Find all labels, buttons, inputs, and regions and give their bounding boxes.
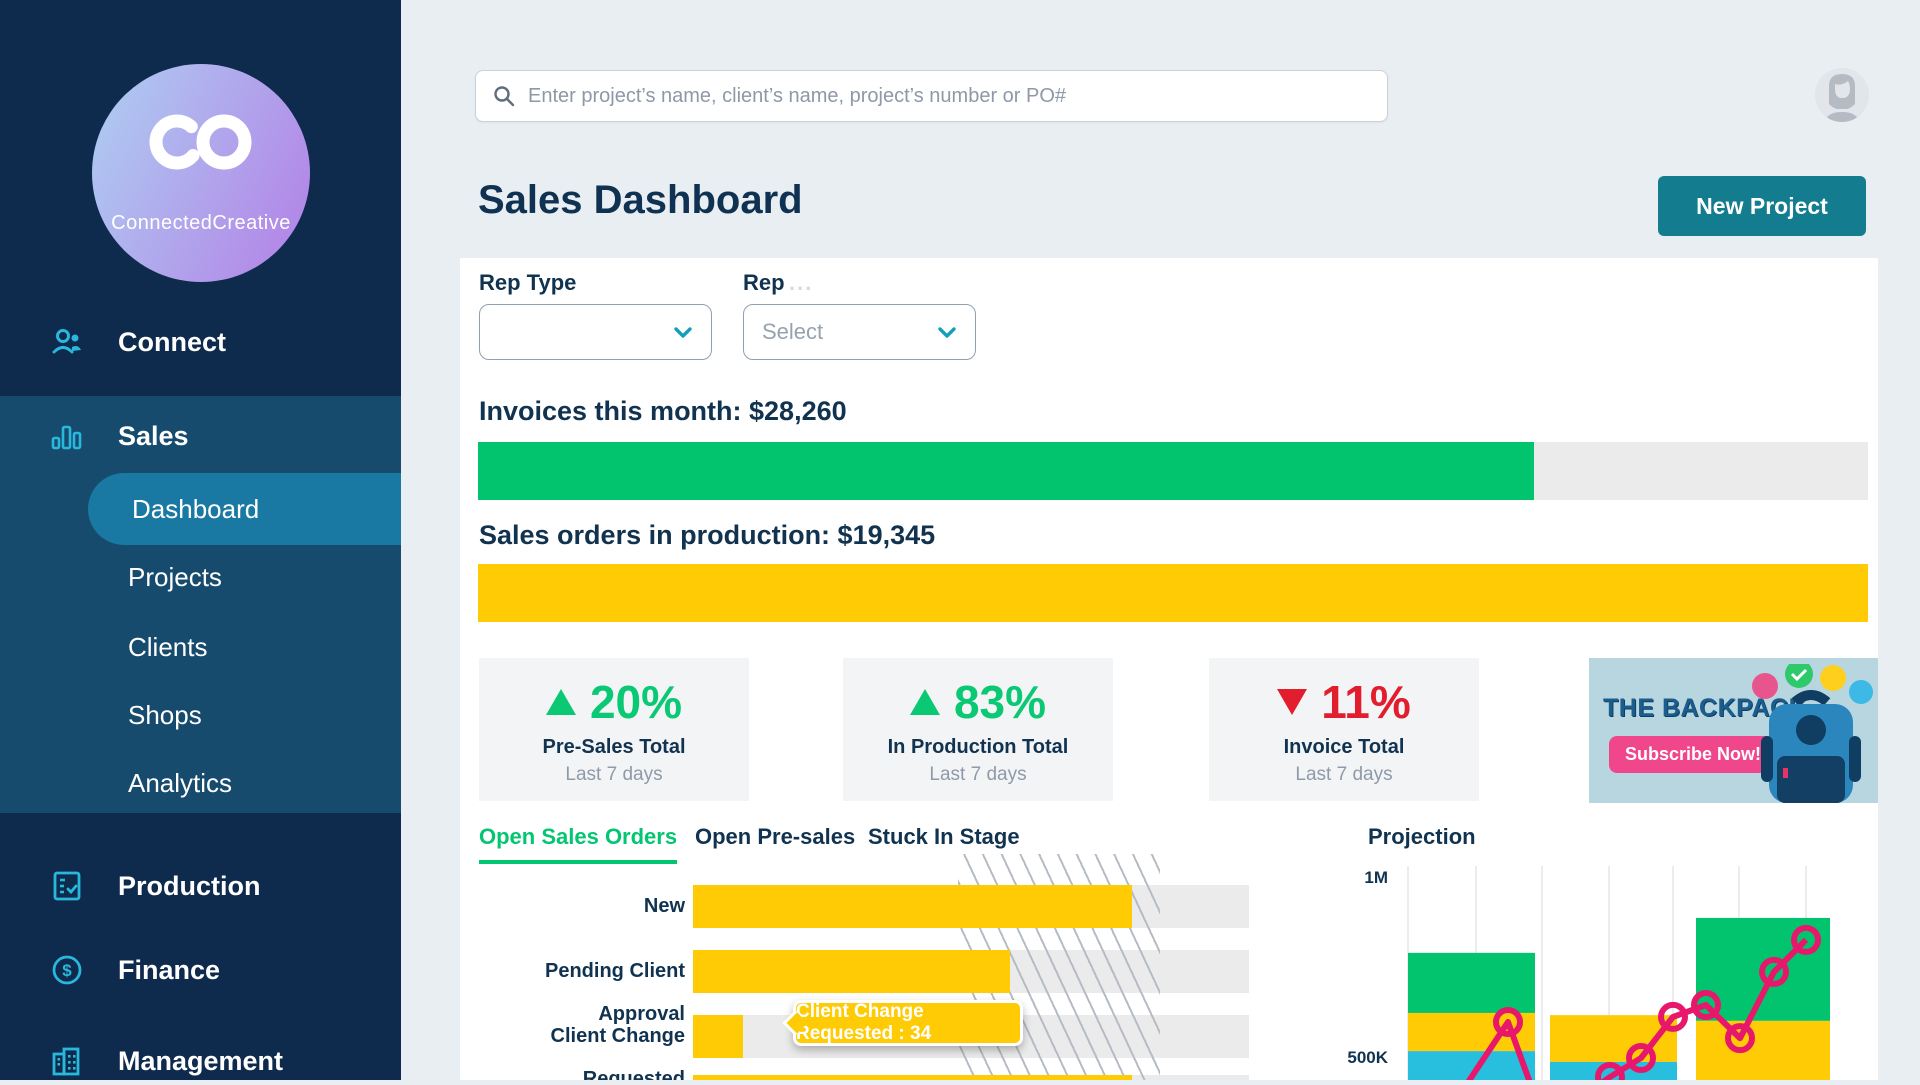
sidebar-subitem-dashboard[interactable]: Dashboard xyxy=(88,473,401,545)
stat-label: Invoice Total xyxy=(1209,736,1479,759)
sidebar-subitem-projects[interactable]: Projects xyxy=(0,554,401,600)
bar-row-track xyxy=(693,885,1249,928)
rep-type-dropdown[interactable] xyxy=(479,304,712,360)
rep-hint-dots: ... xyxy=(789,270,813,295)
up-triangle-icon xyxy=(910,689,940,715)
clipboard-check-icon xyxy=(50,869,84,903)
sidebar-subitem-label: Shops xyxy=(128,700,202,731)
stat-label: Pre-Sales Total xyxy=(479,736,749,759)
search-icon xyxy=(492,84,516,108)
sidebar-item-label: Management xyxy=(118,1046,283,1077)
dollar-circle-icon: $ xyxy=(50,953,84,987)
people-icon xyxy=(50,325,84,359)
logo-text: ConnectedCreative xyxy=(92,212,310,235)
tab-open-sales-orders[interactable]: Open Sales Orders xyxy=(479,824,677,864)
chevron-down-icon xyxy=(937,325,957,339)
invoices-progress-fill xyxy=(478,442,1534,500)
bar-row-track xyxy=(693,950,1249,993)
sales-orders-progress-bar xyxy=(478,564,1868,622)
tab-open-pre-sales[interactable]: Open Pre-sales xyxy=(695,824,855,860)
sidebar-subitem-label: Analytics xyxy=(128,768,232,799)
backpack-illustration xyxy=(1747,664,1875,803)
projection-title: Projection xyxy=(1368,824,1476,850)
sales-orders-kpi-label: Sales orders in production: $19,345 xyxy=(479,520,935,551)
sales-orders-progress-fill xyxy=(478,564,1868,622)
stat-card-invoice: 11% Invoice Total Last 7 days xyxy=(1209,658,1479,801)
stat-value: 11% xyxy=(1321,675,1411,729)
sidebar-item-label: Connect xyxy=(118,327,226,358)
stat-card-presales: 20% Pre-Sales Total Last 7 days xyxy=(479,658,749,801)
bar-row-label: New xyxy=(460,885,685,928)
rep-label: Rep xyxy=(743,270,785,295)
sidebar: ConnectedCreative Connect Sales Dashboar… xyxy=(0,0,401,1080)
stat-value: 20% xyxy=(590,675,682,729)
bar-row-label: Client Change Requested xyxy=(460,1015,685,1080)
bar-row-fill xyxy=(693,950,1010,993)
stat-label: In Production Total xyxy=(843,736,1113,759)
page-title: Sales Dashboard xyxy=(478,178,803,223)
bar-row-fill xyxy=(693,1015,743,1058)
sidebar-item-sales[interactable]: Sales xyxy=(0,412,401,460)
sidebar-subitem-analytics[interactable]: Analytics xyxy=(0,760,401,806)
bar-row-fill xyxy=(693,1075,1132,1080)
promo-banner[interactable]: THE BACKPACK Subscribe Now! xyxy=(1589,658,1878,803)
person-silhouette-icon xyxy=(1815,68,1869,122)
chevron-down-icon xyxy=(673,325,693,339)
rep-label-group: Rep ... xyxy=(743,270,813,296)
projection-chart xyxy=(1370,862,1878,1080)
stat-period: Last 7 days xyxy=(1209,764,1479,786)
sidebar-subitem-clients[interactable]: Clients xyxy=(0,624,401,670)
sidebar-item-label: Production xyxy=(118,871,261,902)
search-bar xyxy=(475,70,1388,122)
stat-card-in-production: 83% In Production Total Last 7 days xyxy=(843,658,1113,801)
search-input[interactable] xyxy=(528,85,1371,108)
sidebar-item-label: Sales xyxy=(118,421,189,452)
bar-row-track xyxy=(693,1075,1249,1080)
sidebar-subitem-label: Projects xyxy=(128,562,222,593)
sidebar-subitem-shops[interactable]: Shops xyxy=(0,692,401,738)
invoices-kpi-label: Invoices this month: $28,260 xyxy=(479,396,847,427)
sidebar-item-finance[interactable]: $ Finance xyxy=(0,946,401,994)
sidebar-item-label: Finance xyxy=(118,955,220,986)
bar-row-fill xyxy=(693,885,1132,928)
stat-period: Last 7 days xyxy=(479,764,749,786)
bar-chart-icon xyxy=(50,419,84,453)
sidebar-subitem-label: Clients xyxy=(128,632,207,663)
up-triangle-icon xyxy=(546,689,576,715)
rep-dropdown-placeholder: Select xyxy=(762,319,937,345)
sidebar-item-connect[interactable]: Connect xyxy=(0,318,401,366)
invoices-progress-bar xyxy=(478,442,1868,500)
app-logo[interactable]: ConnectedCreative xyxy=(92,64,310,282)
sidebar-sales-section: Sales Dashboard Projects Clients Shops A… xyxy=(0,396,401,813)
infinity-logo-icon xyxy=(136,108,266,182)
dashboard-panel: Rep Type Rep ... Select Invoices this mo… xyxy=(460,258,1878,1080)
rep-dropdown[interactable]: Select xyxy=(743,304,976,360)
down-triangle-icon xyxy=(1277,689,1307,715)
sidebar-subitem-label: Dashboard xyxy=(132,494,259,525)
stat-period: Last 7 days xyxy=(843,764,1113,786)
sidebar-item-production[interactable]: Production xyxy=(0,862,401,910)
user-avatar[interactable] xyxy=(1815,68,1869,122)
svg-text:$: $ xyxy=(62,961,72,980)
chart-tooltip: Client Change Requested : 34 xyxy=(793,1000,1023,1046)
sidebar-item-management[interactable]: Management xyxy=(0,1037,401,1085)
buildings-icon xyxy=(50,1044,84,1078)
rep-type-label: Rep Type xyxy=(479,270,576,296)
stat-value: 83% xyxy=(954,675,1046,729)
new-project-button[interactable]: New Project xyxy=(1658,176,1866,236)
